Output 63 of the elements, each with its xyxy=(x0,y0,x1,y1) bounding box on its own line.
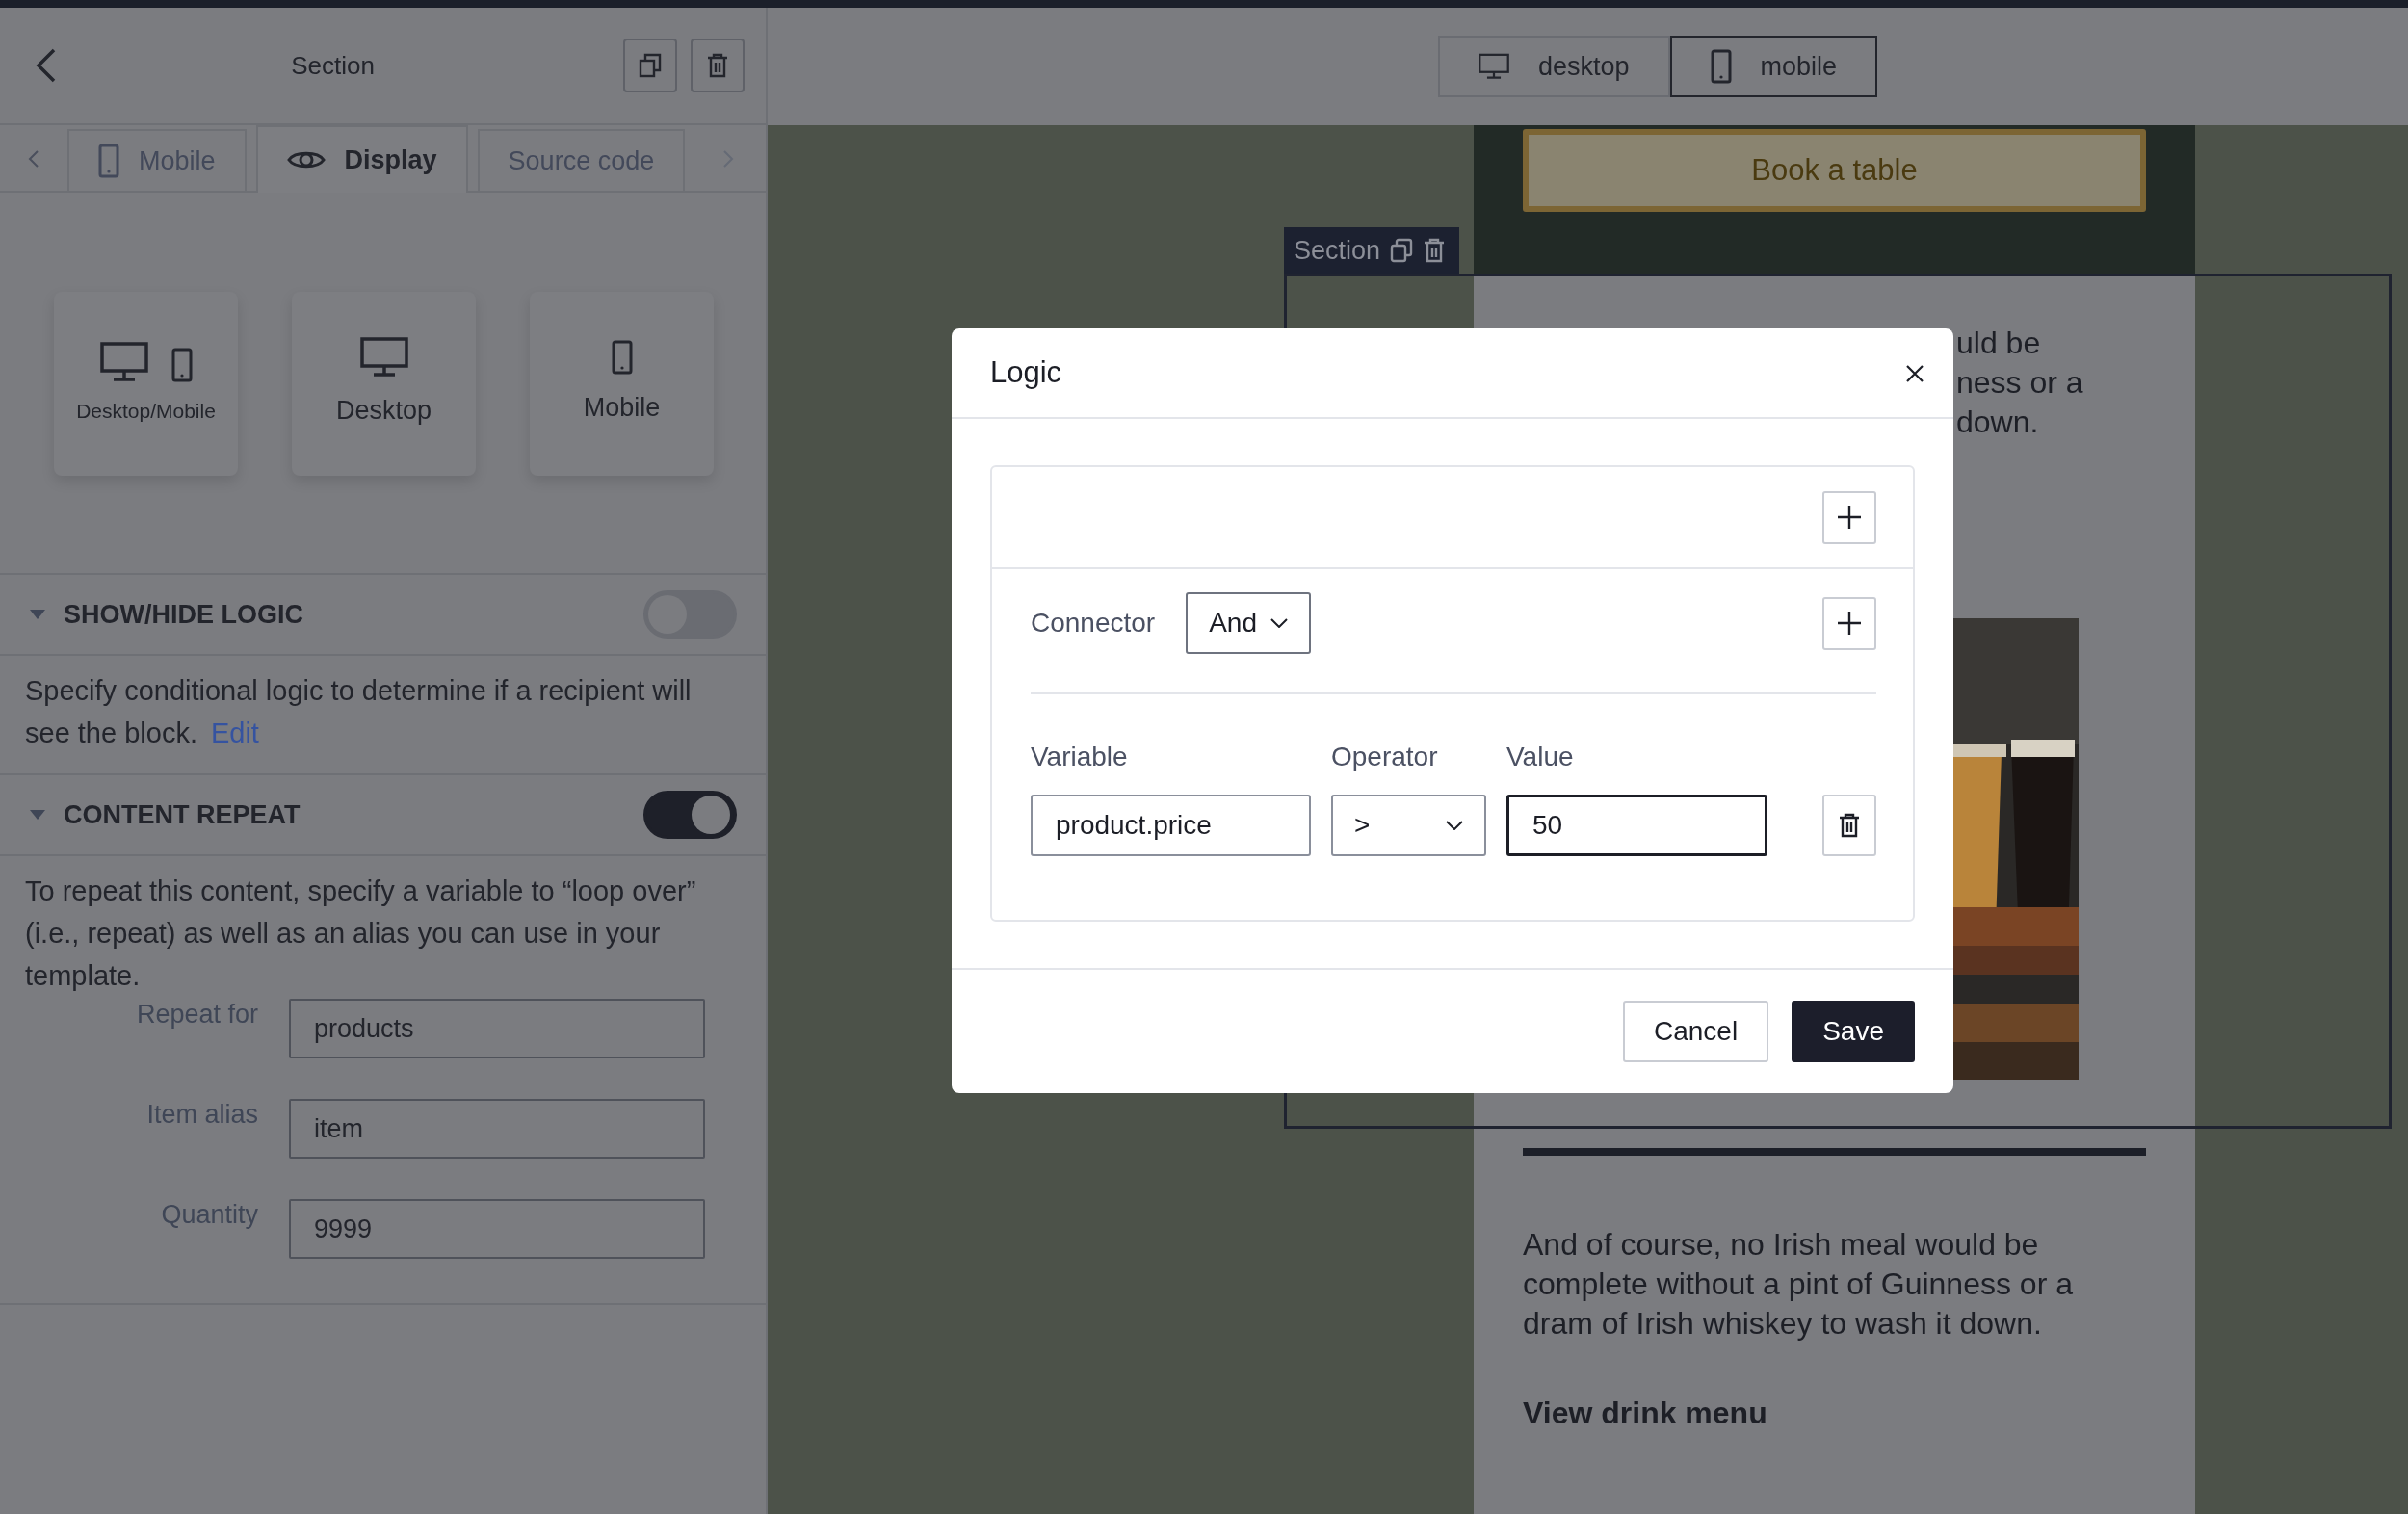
value-field[interactable]: 50 xyxy=(1506,795,1767,856)
field-label: Item alias xyxy=(145,1099,258,1131)
field-label: Operator xyxy=(1331,741,1439,773)
desktop-icon xyxy=(359,337,408,378)
close-icon xyxy=(1905,363,1924,383)
tab[interactable]: Mobile xyxy=(67,129,247,191)
section-title: SHOW/HIDE LOGIC xyxy=(64,598,304,631)
view-toggle-button[interactable]: desktop xyxy=(1437,36,1670,97)
book-table-button[interactable]: Book a table xyxy=(1523,129,2146,212)
trash-icon xyxy=(1838,813,1861,838)
copy-icon xyxy=(639,53,662,78)
desktop-icon xyxy=(1478,53,1509,80)
field-label: Repeat for xyxy=(135,999,258,1031)
delete-button[interactable] xyxy=(691,39,745,92)
field-label: Value xyxy=(1506,741,1574,773)
tab[interactable]: Display xyxy=(255,125,468,193)
variable-field[interactable]: product.price xyxy=(1031,795,1311,856)
field-label: Variable xyxy=(1031,741,1129,773)
toggle-switch[interactable] xyxy=(643,791,737,839)
partial-paragraph: uld be ness or a down. xyxy=(1956,325,2083,441)
section-title: CONTENT REPEAT xyxy=(64,798,301,831)
view-toggle-button[interactable]: mobile xyxy=(1669,36,1878,97)
cancel-button[interactable]: Cancel xyxy=(1623,1001,1769,1062)
chevron-left-icon xyxy=(28,149,39,169)
dialog-title: Logic xyxy=(990,353,1063,391)
connector-select[interactable]: And xyxy=(1186,592,1311,654)
field-label: Quantity xyxy=(160,1199,258,1231)
trash-icon xyxy=(706,53,729,78)
option-label: Mobile xyxy=(583,392,661,425)
text-field[interactable]: 9999 xyxy=(289,1199,705,1259)
back-icon xyxy=(35,48,56,83)
drink-menu-link[interactable]: View drink menu xyxy=(1523,1396,1767,1430)
chevron-down-icon xyxy=(1270,618,1288,628)
panel-title: Section xyxy=(290,49,376,82)
add-button[interactable] xyxy=(1822,596,1876,650)
operator-select[interactable]: > xyxy=(1331,795,1486,856)
option-label: Desktop xyxy=(335,395,432,428)
delete-condition-button[interactable] xyxy=(1822,795,1876,856)
desktop-icon xyxy=(99,341,148,382)
chevron-down-icon xyxy=(1446,821,1463,830)
plus-icon xyxy=(1837,611,1862,636)
trash-icon xyxy=(1423,238,1447,263)
duplicate-button[interactable] xyxy=(623,39,677,92)
text-field[interactable]: item xyxy=(289,1099,705,1159)
email-paragraph: And of course, no Irish meal would be complete without a pint of Guinness or a dram of Irish whiskey to wash it down. xyxy=(1523,1226,2074,1343)
save-button[interactable]: Save xyxy=(1792,1001,1915,1062)
add-button[interactable] xyxy=(1822,490,1876,544)
option-label: Desktop/Mobile xyxy=(76,398,216,424)
phone-icon xyxy=(611,340,633,376)
plus-icon xyxy=(1837,505,1862,530)
connector-label: Connector xyxy=(1031,607,1156,640)
text-field[interactable]: products xyxy=(289,999,705,1058)
phone-icon xyxy=(98,144,119,178)
display-option-card[interactable]: Desktop/Mobile xyxy=(54,292,238,476)
phone-icon xyxy=(170,347,193,382)
section-description: To repeat this content, specify a variable to “loop over” (i.e., repeat) as well as an alias you can use in your template. xyxy=(25,874,697,993)
phone-icon xyxy=(1710,49,1732,84)
section-label: Section xyxy=(1294,234,1381,267)
tab[interactable]: Source code xyxy=(477,129,686,191)
copy-icon xyxy=(1390,238,1414,263)
section-description: Specify conditional logic to determine if a recipient will see the block. Edit xyxy=(25,674,693,750)
display-option-card[interactable]: Mobile xyxy=(530,292,714,476)
display-option-card[interactable]: Desktop xyxy=(292,292,476,476)
